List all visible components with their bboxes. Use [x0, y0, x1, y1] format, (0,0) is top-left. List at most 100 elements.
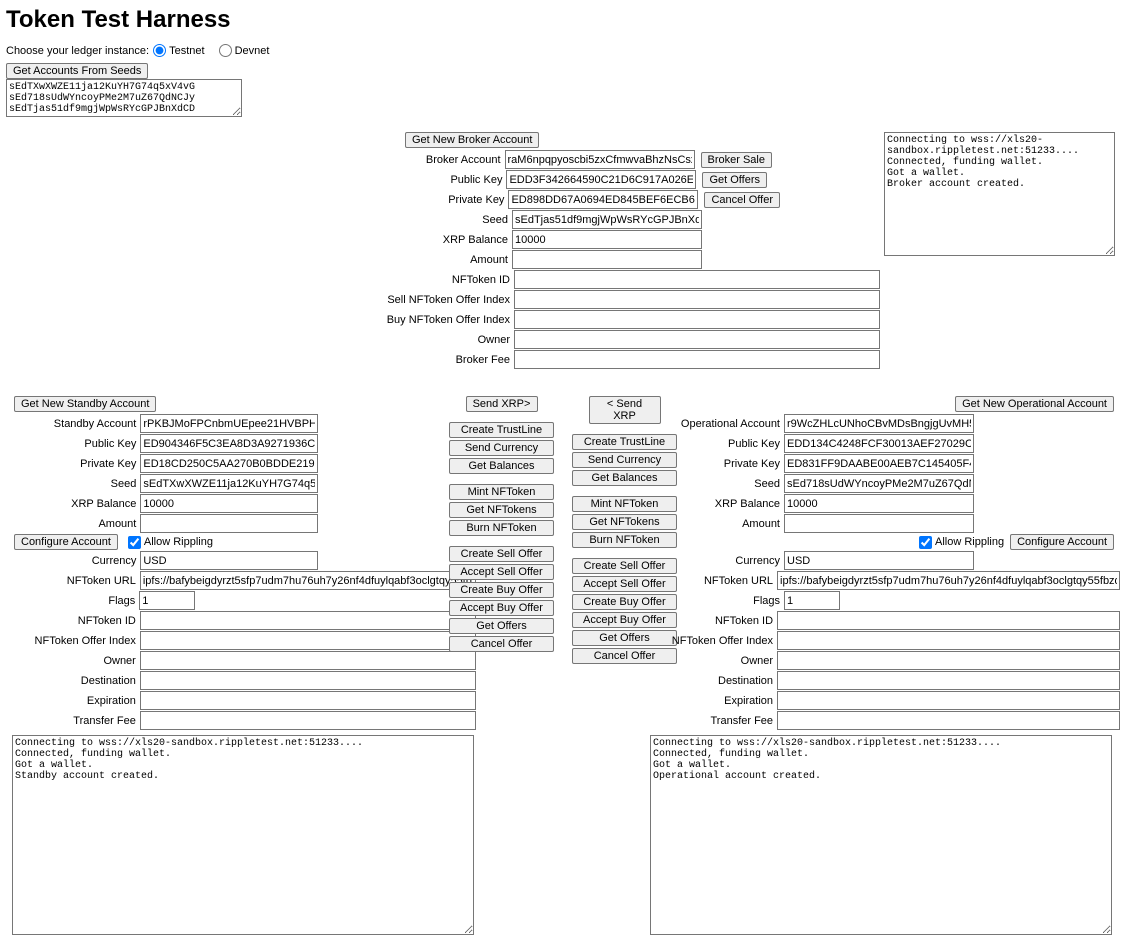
standby-currency-input[interactable] — [140, 551, 317, 570]
standby-xrp-label: XRP Balance — [6, 498, 140, 510]
get-new-standby-account-button[interactable]: Get New Standby Account — [14, 396, 156, 412]
standby-allow-rippling-checkbox[interactable] — [128, 536, 141, 549]
standby-dest-label: Destination — [6, 675, 140, 687]
standby-configure-account-button[interactable]: Configure Account — [14, 534, 118, 550]
standby-burn-nftoken-button[interactable]: Burn NFToken — [449, 520, 554, 536]
standby-create-buy-offer-button[interactable]: Create Buy Offer — [449, 582, 554, 598]
op-url-input[interactable] — [777, 571, 1120, 590]
op-amount-input[interactable] — [784, 514, 974, 533]
standby-url-label: NFToken URL — [6, 575, 140, 587]
op-xrp-input[interactable] — [784, 494, 974, 513]
op-xrp-label: XRP Balance — [650, 498, 784, 510]
op-seed-input[interactable] — [784, 474, 974, 493]
standby-accept-buy-offer-button[interactable]: Accept Buy Offer — [449, 600, 554, 616]
standby-url-input[interactable] — [140, 571, 476, 590]
broker-buyidx-input[interactable] — [514, 310, 880, 329]
op-owner-input[interactable] — [777, 651, 1120, 670]
op-nftid-input[interactable] — [777, 611, 1120, 630]
page-title: Token Test Harness — [6, 6, 1115, 34]
op-configure-account-button[interactable]: Configure Account — [1010, 534, 1114, 550]
broker-sellidx-input[interactable] — [514, 290, 880, 309]
standby-owner-input[interactable] — [140, 651, 476, 670]
broker-sale-button[interactable]: Broker Sale — [701, 152, 772, 168]
op-flags-input[interactable] — [784, 591, 840, 610]
broker-amount-label: Amount — [348, 254, 512, 266]
op-publickey-label: Public Key — [650, 438, 784, 450]
standby-offeridx-input[interactable] — [140, 631, 476, 650]
op-privatekey-input[interactable] — [784, 454, 974, 473]
op-currency-input[interactable] — [784, 551, 974, 570]
get-new-operational-account-button[interactable]: Get New Operational Account — [955, 396, 1114, 412]
op-owner-label: Owner — [650, 655, 777, 667]
broker-publickey-input[interactable] — [506, 170, 696, 189]
broker-fee-label: Broker Fee — [350, 354, 514, 366]
ledger-label: Choose your ledger instance: — [6, 45, 149, 57]
broker-cancel-offer-button[interactable]: Cancel Offer — [704, 192, 780, 208]
broker-account-label: Broker Account — [341, 154, 505, 166]
broker-publickey-label: Public Key — [342, 174, 506, 186]
seeds-textarea[interactable] — [6, 79, 242, 117]
testnet-radio[interactable] — [153, 44, 166, 57]
standby-get-balances-button[interactable]: Get Balances — [449, 458, 554, 474]
broker-owner-input[interactable] — [514, 330, 880, 349]
standby-mint-nftoken-button[interactable]: Mint NFToken — [449, 484, 554, 500]
standby-account-label: Standby Account — [6, 418, 140, 430]
standby-cancel-offer-button[interactable]: Cancel Offer — [449, 636, 554, 652]
broker-xrp-label: XRP Balance — [348, 234, 512, 246]
standby-currency-label: Currency — [6, 555, 140, 567]
standby-fee-input[interactable] — [140, 711, 476, 730]
standby-flags-input[interactable] — [139, 591, 195, 610]
standby-exp-input[interactable] — [140, 691, 476, 710]
broker-log-textarea[interactable] — [884, 132, 1115, 256]
broker-owner-label: Owner — [350, 334, 514, 346]
op-publickey-input[interactable] — [784, 434, 974, 453]
get-new-broker-account-button[interactable]: Get New Broker Account — [405, 132, 539, 148]
op-privatekey-label: Private Key — [650, 458, 784, 470]
get-accounts-from-seeds-button[interactable]: Get Accounts From Seeds — [6, 63, 148, 79]
broker-sellidx-label: Sell NFToken Offer Index — [350, 294, 514, 306]
op-offeridx-input[interactable] — [777, 631, 1120, 650]
op-dest-input[interactable] — [777, 671, 1120, 690]
standby-create-trustline-button[interactable]: Create TrustLine — [449, 422, 554, 438]
broker-account-input[interactable] — [505, 150, 695, 169]
standby-fee-label: Transfer Fee — [6, 715, 140, 727]
op-allow-rippling-label: Allow Rippling — [935, 536, 1004, 548]
op-allow-rippling-checkbox[interactable] — [919, 536, 932, 549]
broker-seed-label: Seed — [348, 214, 512, 226]
standby-seed-input[interactable] — [140, 474, 317, 493]
testnet-label: Testnet — [169, 45, 204, 57]
standby-publickey-input[interactable] — [140, 434, 317, 453]
op-dest-label: Destination — [650, 675, 777, 687]
op-seed-label: Seed — [650, 478, 784, 490]
send-xrp-button[interactable]: Send XRP> — [466, 396, 538, 412]
broker-amount-input[interactable] — [512, 250, 702, 269]
devnet-radio[interactable] — [219, 44, 232, 57]
op-fee-input[interactable] — [777, 711, 1120, 730]
standby-get-offers-button[interactable]: Get Offers — [449, 618, 554, 634]
standby-log-textarea[interactable] — [12, 735, 474, 935]
op-log-textarea[interactable] — [650, 735, 1112, 935]
broker-nftokenid-input[interactable] — [514, 270, 880, 289]
broker-privatekey-input[interactable] — [508, 190, 698, 209]
standby-privatekey-input[interactable] — [140, 454, 317, 473]
standby-xrp-input[interactable] — [140, 494, 317, 513]
broker-nftokenid-label: NFToken ID — [350, 274, 514, 286]
standby-send-currency-button[interactable]: Send Currency — [449, 440, 554, 456]
broker-seed-input[interactable] — [512, 210, 702, 229]
standby-nftid-input[interactable] — [140, 611, 476, 630]
standby-allow-rippling-label: Allow Rippling — [144, 536, 213, 548]
standby-create-sell-offer-button[interactable]: Create Sell Offer — [449, 546, 554, 562]
standby-account-input[interactable] — [140, 414, 317, 433]
standby-amount-input[interactable] — [140, 514, 317, 533]
op-account-input[interactable] — [784, 414, 974, 433]
broker-fee-input[interactable] — [514, 350, 880, 369]
op-account-label: Operational Account — [650, 418, 784, 430]
standby-offeridx-label: NFToken Offer Index — [6, 635, 140, 647]
broker-xrp-input[interactable] — [512, 230, 702, 249]
standby-seed-label: Seed — [6, 478, 140, 490]
standby-get-nftokens-button[interactable]: Get NFTokens — [449, 502, 554, 518]
op-exp-input[interactable] — [777, 691, 1120, 710]
standby-dest-input[interactable] — [140, 671, 476, 690]
standby-accept-sell-offer-button[interactable]: Accept Sell Offer — [449, 564, 554, 580]
broker-get-offers-button[interactable]: Get Offers — [702, 172, 767, 188]
